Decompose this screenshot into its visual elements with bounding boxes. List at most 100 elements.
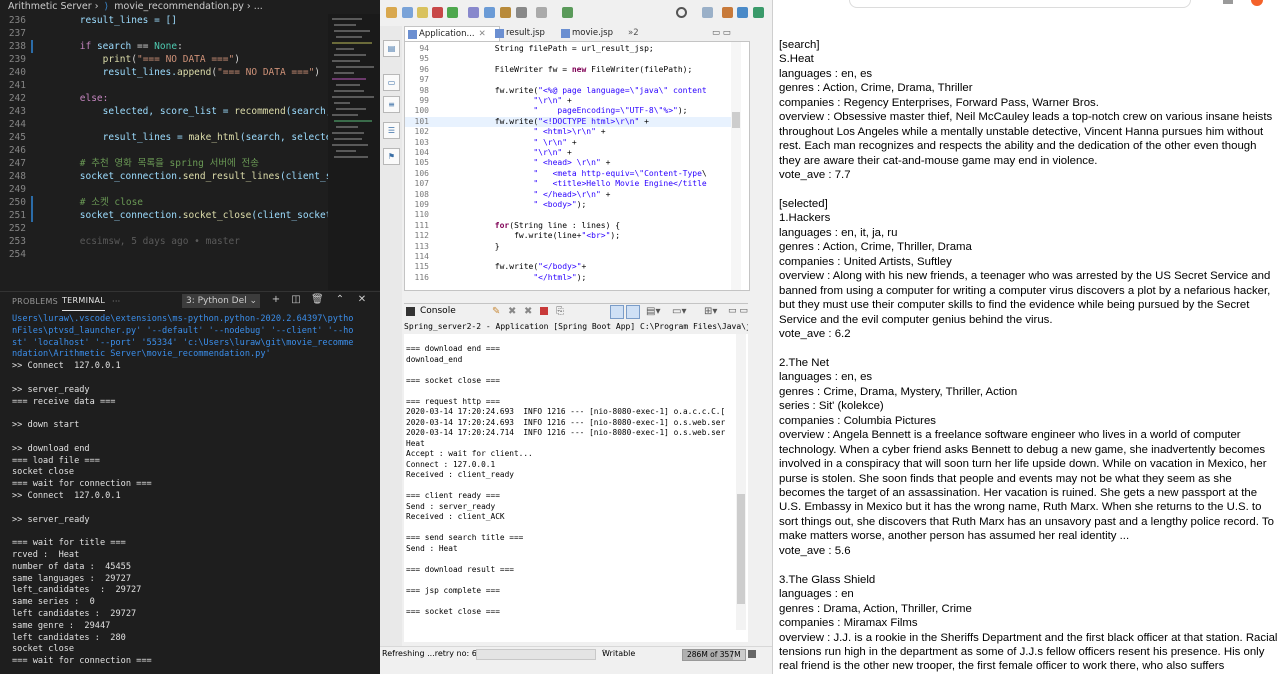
code-line[interactable]: 95 bbox=[405, 54, 437, 64]
code-editor[interactable]: 236 result_lines = [] 237 238 if search … bbox=[0, 14, 380, 290]
spring-icon[interactable] bbox=[753, 7, 764, 18]
display-console-icon[interactable]: ▭▾ bbox=[672, 306, 686, 317]
word-wrap-icon[interactable] bbox=[626, 305, 640, 319]
code-line[interactable]: 110 bbox=[405, 210, 437, 220]
code-line[interactable]: 96 FileWriter fw = new FileWriter(filePa… bbox=[405, 65, 692, 75]
code-line[interactable]: 250 # 소켓 close bbox=[0, 196, 380, 209]
gc-icon[interactable] bbox=[748, 650, 756, 658]
clear-console-icon[interactable]: ⎘ bbox=[556, 306, 564, 317]
code-line[interactable]: 238 if search == None: bbox=[0, 40, 380, 53]
code-line[interactable]: 106 " <meta http-equiv=\"Content-Type\ bbox=[405, 169, 707, 179]
editor-scrollbar[interactable] bbox=[731, 42, 741, 290]
code-line[interactable]: 244 bbox=[0, 118, 380, 131]
code-line[interactable]: 98 fw.write("<%@ page language=\"java\" … bbox=[405, 86, 706, 96]
code-line[interactable]: 97 bbox=[405, 75, 437, 85]
code-line[interactable]: 245 result_lines = make_html(search, sel… bbox=[0, 131, 380, 144]
minimize-console-icon[interactable]: ▭ ▭ bbox=[728, 306, 748, 316]
code-line[interactable]: 104 "\r\n" + bbox=[405, 148, 572, 158]
minimize-icon[interactable]: ▭ ▭ bbox=[712, 26, 731, 41]
new-console-icon[interactable]: ⊞▾ bbox=[704, 306, 717, 317]
forward-icon[interactable] bbox=[536, 7, 547, 18]
code-line[interactable]: 241 bbox=[0, 79, 380, 92]
code-line[interactable]: 94 String filePath = url_result_jsp; bbox=[405, 44, 653, 54]
address-bar[interactable] bbox=[849, 0, 1191, 8]
code-line[interactable]: 237 bbox=[0, 27, 380, 40]
code-line[interactable]: 111 for(String line : lines) { bbox=[405, 221, 620, 231]
open-folder-icon[interactable] bbox=[417, 7, 428, 18]
open-console-icon[interactable]: ▤▾ bbox=[646, 306, 660, 317]
code-line[interactable]: 113 } bbox=[405, 242, 500, 252]
code-line[interactable]: 101 fw.write("<!DOCTYPE html>\r\n" + bbox=[405, 117, 649, 127]
java-icon[interactable] bbox=[737, 7, 748, 18]
code-line[interactable]: 251 socket_connection.socket_close(clien… bbox=[0, 209, 380, 222]
minimap[interactable] bbox=[328, 14, 380, 290]
tasks-icon[interactable]: ☰ bbox=[383, 122, 400, 139]
tab-overflow[interactable]: »2 bbox=[628, 26, 639, 41]
console-title[interactable]: Console bbox=[420, 306, 456, 316]
close-icon[interactable]: ✕ bbox=[479, 29, 486, 39]
code-line[interactable]: 112 fw.write(line+"<br>"); bbox=[405, 231, 621, 241]
nav-icon[interactable] bbox=[484, 7, 495, 18]
trash-icon[interactable]: 🗑 bbox=[311, 294, 324, 306]
remove-all-icon[interactable]: ✖ bbox=[524, 306, 532, 317]
code-line[interactable]: 246 bbox=[0, 144, 380, 157]
save-icon[interactable] bbox=[402, 7, 413, 18]
split-terminal-icon[interactable]: ◫ bbox=[290, 294, 302, 306]
code-line[interactable]: 107 " <title>Hello Movie Engine</title bbox=[405, 179, 707, 189]
terminate-icon[interactable] bbox=[540, 307, 548, 315]
code-line[interactable]: 102 " <html>\r\n" + bbox=[405, 127, 606, 137]
perspective-icon[interactable] bbox=[702, 7, 713, 18]
code-line[interactable]: 236 result_lines = [] bbox=[0, 14, 380, 27]
code-line[interactable]: 114 bbox=[405, 252, 437, 262]
code-line[interactable]: 248 socket_connection.send_result_lines(… bbox=[0, 170, 380, 183]
code-line[interactable]: 100 " pageEncoding=\"UTF-8\"%>"); bbox=[405, 106, 688, 116]
menu-icon[interactable] bbox=[1223, 0, 1233, 4]
pin-icon[interactable] bbox=[562, 7, 573, 18]
code-line[interactable]: 239 print("=== NO DATA ===") bbox=[0, 53, 380, 66]
close-panel-icon[interactable]: ✕ bbox=[356, 294, 368, 306]
code-line[interactable]: 252 bbox=[0, 222, 380, 235]
code-line[interactable]: 115 fw.write("</body>"+ bbox=[405, 262, 587, 272]
run-icon[interactable] bbox=[447, 7, 458, 18]
search-file-icon[interactable] bbox=[468, 7, 479, 18]
new-file-icon[interactable] bbox=[386, 7, 397, 18]
code-line[interactable]: 99 "\r\n" + bbox=[405, 96, 572, 106]
breadcrumb-tail[interactable]: ... bbox=[254, 1, 263, 12]
heap-status[interactable]: 286M of 357M bbox=[682, 649, 746, 661]
java-ee-icon[interactable] bbox=[722, 7, 733, 18]
more-actions-icon[interactable]: ··· bbox=[112, 292, 121, 312]
code-line[interactable]: 116 "</html>"); bbox=[405, 273, 587, 283]
code-line[interactable]: 242 else: bbox=[0, 92, 380, 105]
terminal-select[interactable]: 3: Python Del ⌄ bbox=[182, 294, 260, 308]
avatar[interactable] bbox=[1251, 0, 1263, 6]
code-line[interactable]: 109 " <body>"); bbox=[405, 200, 587, 210]
outline-icon[interactable]: ≡ bbox=[383, 96, 400, 113]
console-scrollbar[interactable] bbox=[736, 334, 746, 630]
tab-terminal[interactable]: TERMINAL bbox=[62, 292, 106, 311]
code-line[interactable]: 240 result_lines.append("=== NO DATA ===… bbox=[0, 66, 380, 79]
remove-launch-icon[interactable]: ✖ bbox=[508, 306, 516, 317]
console-output[interactable]: === download end === download_end === sock… bbox=[404, 334, 748, 642]
code-line[interactable]: 254 bbox=[0, 248, 380, 261]
code-line[interactable]: 249 bbox=[0, 183, 380, 196]
terminal-output[interactable]: Users\luraw\.vscode\extensions\ms-python… bbox=[0, 312, 380, 674]
code-line[interactable]: 105 " <head> \r\n" + bbox=[405, 158, 611, 168]
annotation-icon[interactable] bbox=[500, 7, 511, 18]
package-explorer-icon[interactable]: ▤ bbox=[383, 40, 400, 57]
breadcrumb[interactable]: Arithmetic Server › ⟩ movie_recommendati… bbox=[0, 0, 380, 14]
tab-application[interactable]: Application... ✕ bbox=[404, 26, 500, 42]
code-line[interactable]: 253 ecsimsw, 5 days ago • master bbox=[0, 235, 380, 248]
debug-icon[interactable] bbox=[432, 7, 443, 18]
tab-problems[interactable]: PROBLEMS bbox=[12, 292, 58, 312]
breadcrumb-folder[interactable]: Arithmetic Server bbox=[8, 1, 92, 12]
code-line[interactable]: 103 " \r\n" + bbox=[405, 138, 577, 148]
tab-movie-jsp[interactable]: movie.jsp bbox=[558, 26, 634, 41]
tab-result-jsp[interactable]: result.jsp bbox=[492, 26, 568, 41]
maximize-panel-icon[interactable]: ⌃ bbox=[334, 294, 346, 306]
problems-icon[interactable]: ⚑ bbox=[383, 148, 400, 165]
back-icon[interactable] bbox=[516, 7, 527, 18]
add-terminal-icon[interactable]: + bbox=[270, 294, 282, 306]
breadcrumb-file[interactable]: movie_recommendation.py bbox=[114, 1, 244, 12]
code-line[interactable]: 247 # 추천 영화 목록을 spring 서버에 전송 bbox=[0, 157, 380, 170]
code-line[interactable]: 108 " </head>\r\n" + bbox=[405, 190, 611, 200]
